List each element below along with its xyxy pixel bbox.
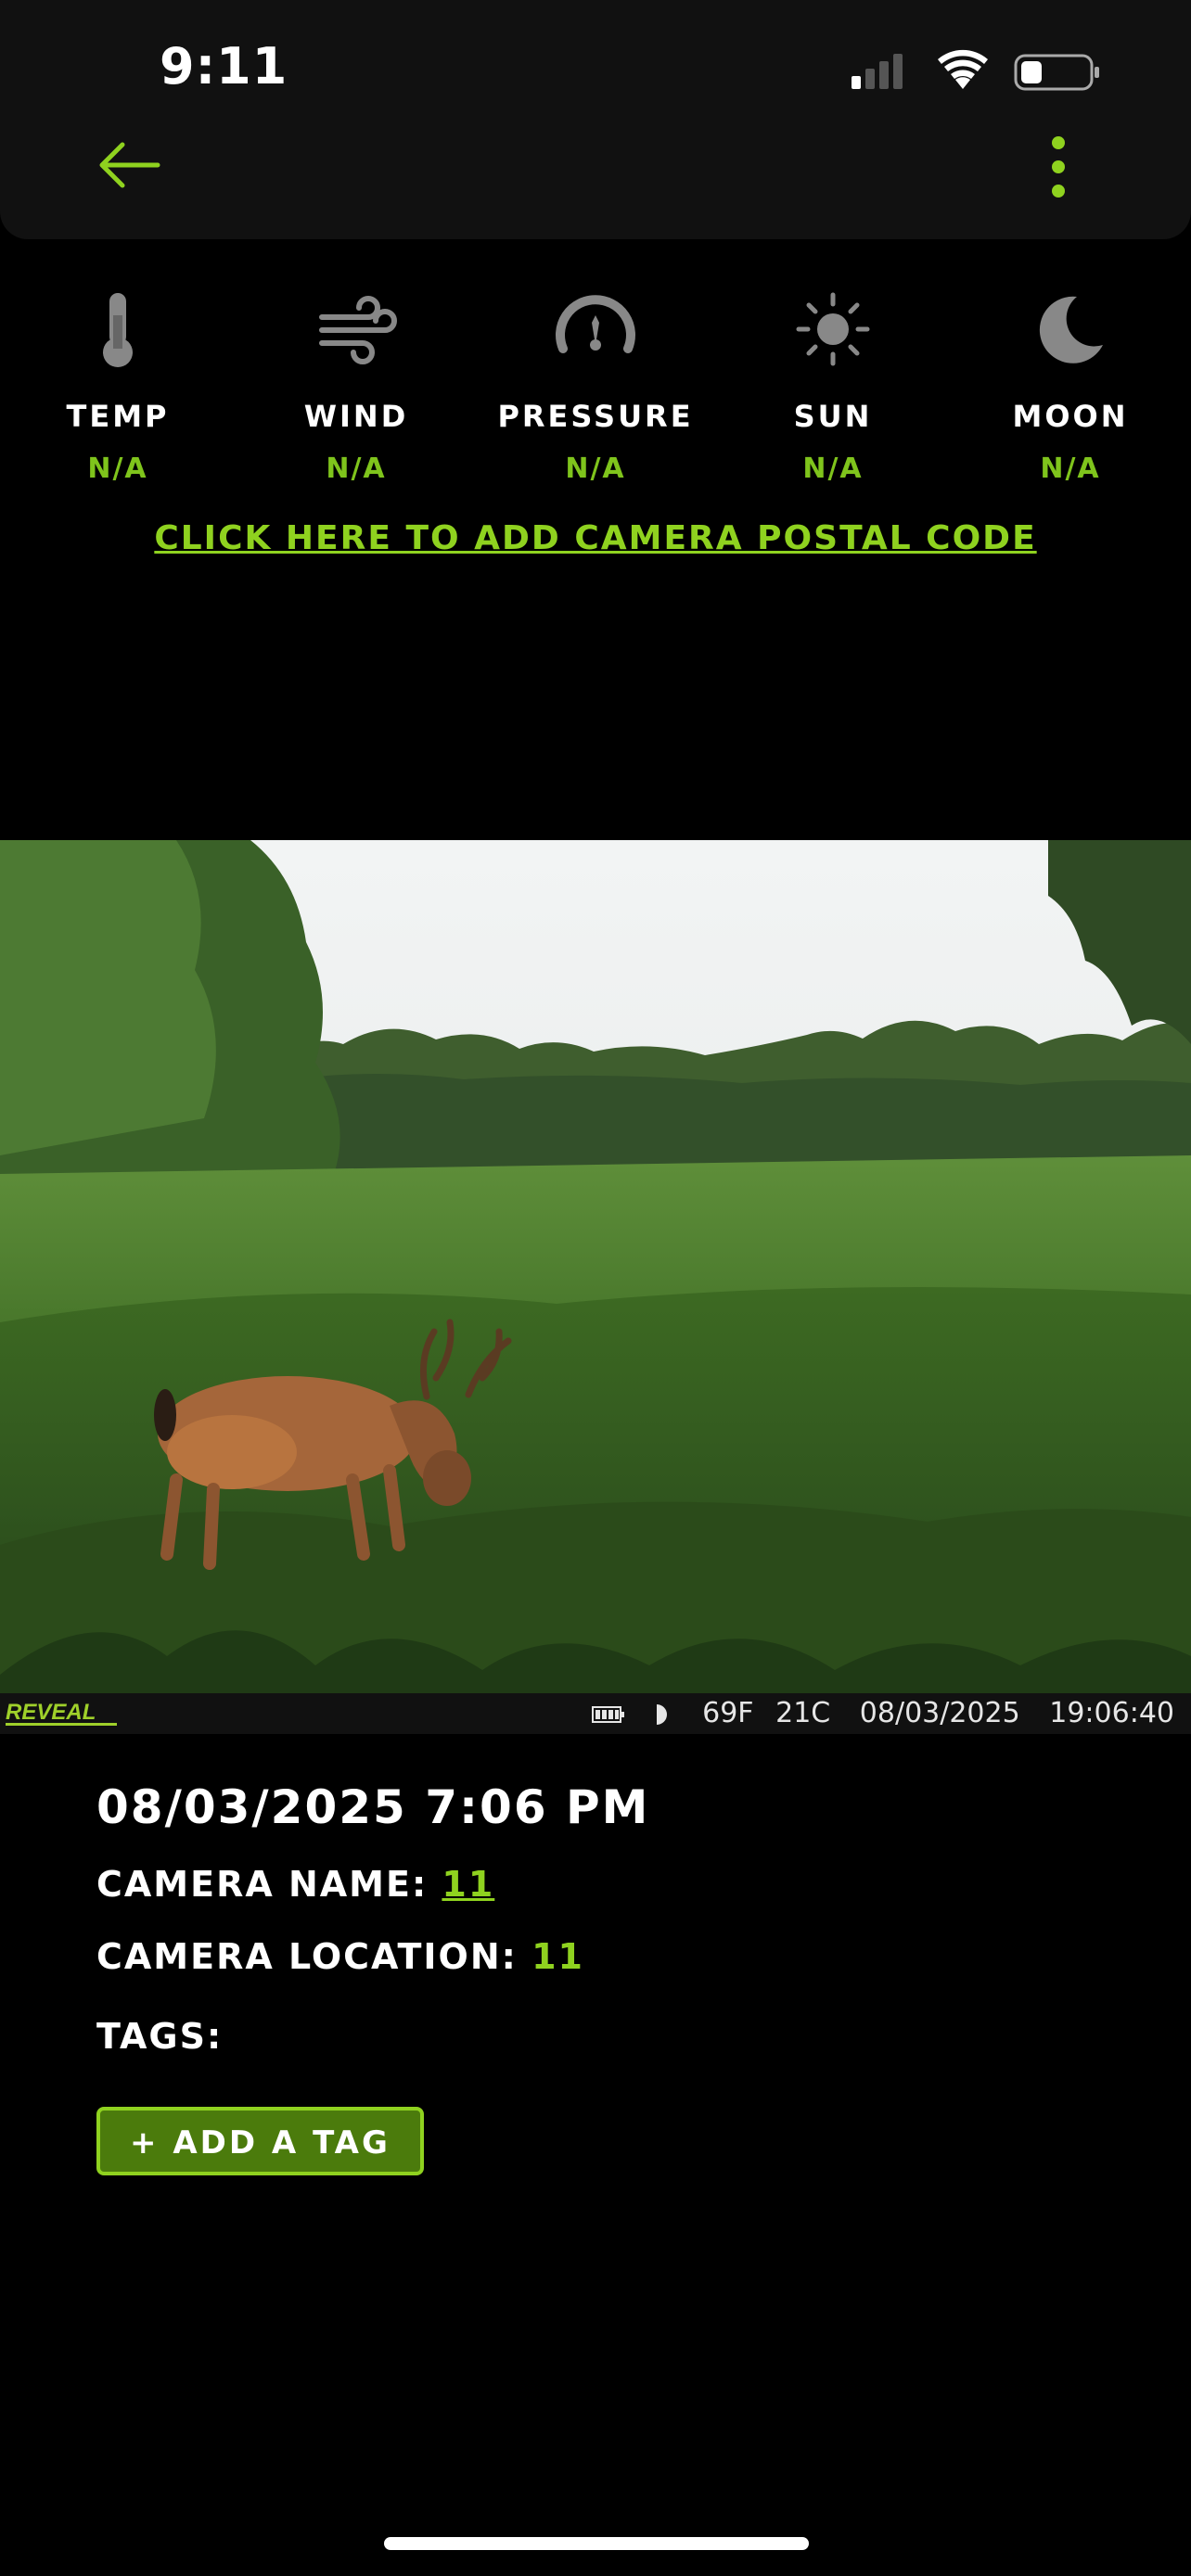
weather-value: N/A [326, 453, 387, 485]
camera-location-row: CAMERA LOCATION: 11 [96, 1936, 1117, 1990]
cellular-signal-icon [852, 54, 903, 89]
trail-camera-photo[interactable] [0, 840, 1191, 1693]
sun-icon [796, 292, 870, 366]
weather-value: N/A [802, 453, 864, 485]
moon-icon [1039, 296, 1103, 363]
add-postal-code-link[interactable]: CLICK HERE TO ADD CAMERA POSTAL CODE [0, 519, 1191, 557]
thermometer-icon [103, 293, 133, 367]
weather-label: WIND [303, 399, 409, 434]
wifi-icon [938, 49, 988, 89]
moon-phase-icon [656, 1703, 667, 1725]
weather-label: TEMP [66, 399, 170, 434]
stamp-readout: 69F 21C 08/03/2025 19:06:40 [592, 1693, 1174, 1734]
weather-temp: TEMP N/A [6, 287, 229, 485]
top-bar: 9:11 [0, 0, 1191, 239]
stamp-temp-f: 69F [702, 1697, 754, 1729]
home-indicator[interactable] [384, 2537, 809, 2550]
camera-name-link[interactable]: 11 [442, 1864, 494, 1905]
more-options-icon[interactable] [1035, 132, 1082, 202]
weather-label: PRESSURE [497, 399, 694, 434]
pressure-gauge-icon [556, 295, 635, 353]
camera-name-label: CAMERA NAME: [96, 1864, 442, 1905]
wind-icon [319, 296, 397, 364]
back-arrow-icon[interactable] [96, 130, 167, 200]
photo-data-stamp: REVEAL 69F 21C 08/03/2025 19:06:40 [0, 1693, 1191, 1734]
weather-label: SUN [793, 399, 873, 434]
reveal-logo: REVEAL [6, 1700, 117, 1726]
weather-strip: TEMP N/A WIND N/A PRESSURE N/A SUN N/A M… [0, 287, 1191, 501]
camera-location-value: 11 [531, 1936, 584, 1977]
weather-wind: WIND N/A [245, 287, 467, 485]
weather-value: N/A [1040, 453, 1101, 485]
camera-name-row: CAMERA NAME: 11 [96, 1864, 1117, 1918]
weather-moon: MOON N/A [959, 287, 1182, 485]
stamp-date: 08/03/2025 [859, 1697, 1020, 1729]
stamp-temp-c: 21C [775, 1697, 831, 1729]
add-tag-button[interactable]: + ADD A TAG [96, 2107, 424, 2175]
svg-text:REVEAL: REVEAL [6, 1700, 96, 1725]
weather-sun: SUN N/A [722, 287, 944, 485]
tags-label: TAGS: [96, 2016, 224, 2057]
status-time: 9:11 [160, 37, 288, 96]
battery-level-icon [592, 1705, 625, 1723]
weather-label: MOON [1012, 399, 1129, 434]
weather-value: N/A [87, 453, 148, 485]
weather-value: N/A [565, 453, 626, 485]
photo-details: 08/03/2025 7:06 PM CAMERA NAME: 11 CAMER… [96, 1780, 1117, 2175]
photo-datetime: 08/03/2025 7:06 PM [96, 1780, 650, 1834]
weather-pressure: PRESSURE N/A [484, 287, 707, 485]
camera-location-label: CAMERA LOCATION: [96, 1936, 532, 1977]
battery-icon [1014, 54, 1099, 91]
status-icons [852, 49, 1099, 91]
stamp-time: 19:06:40 [1049, 1697, 1174, 1729]
